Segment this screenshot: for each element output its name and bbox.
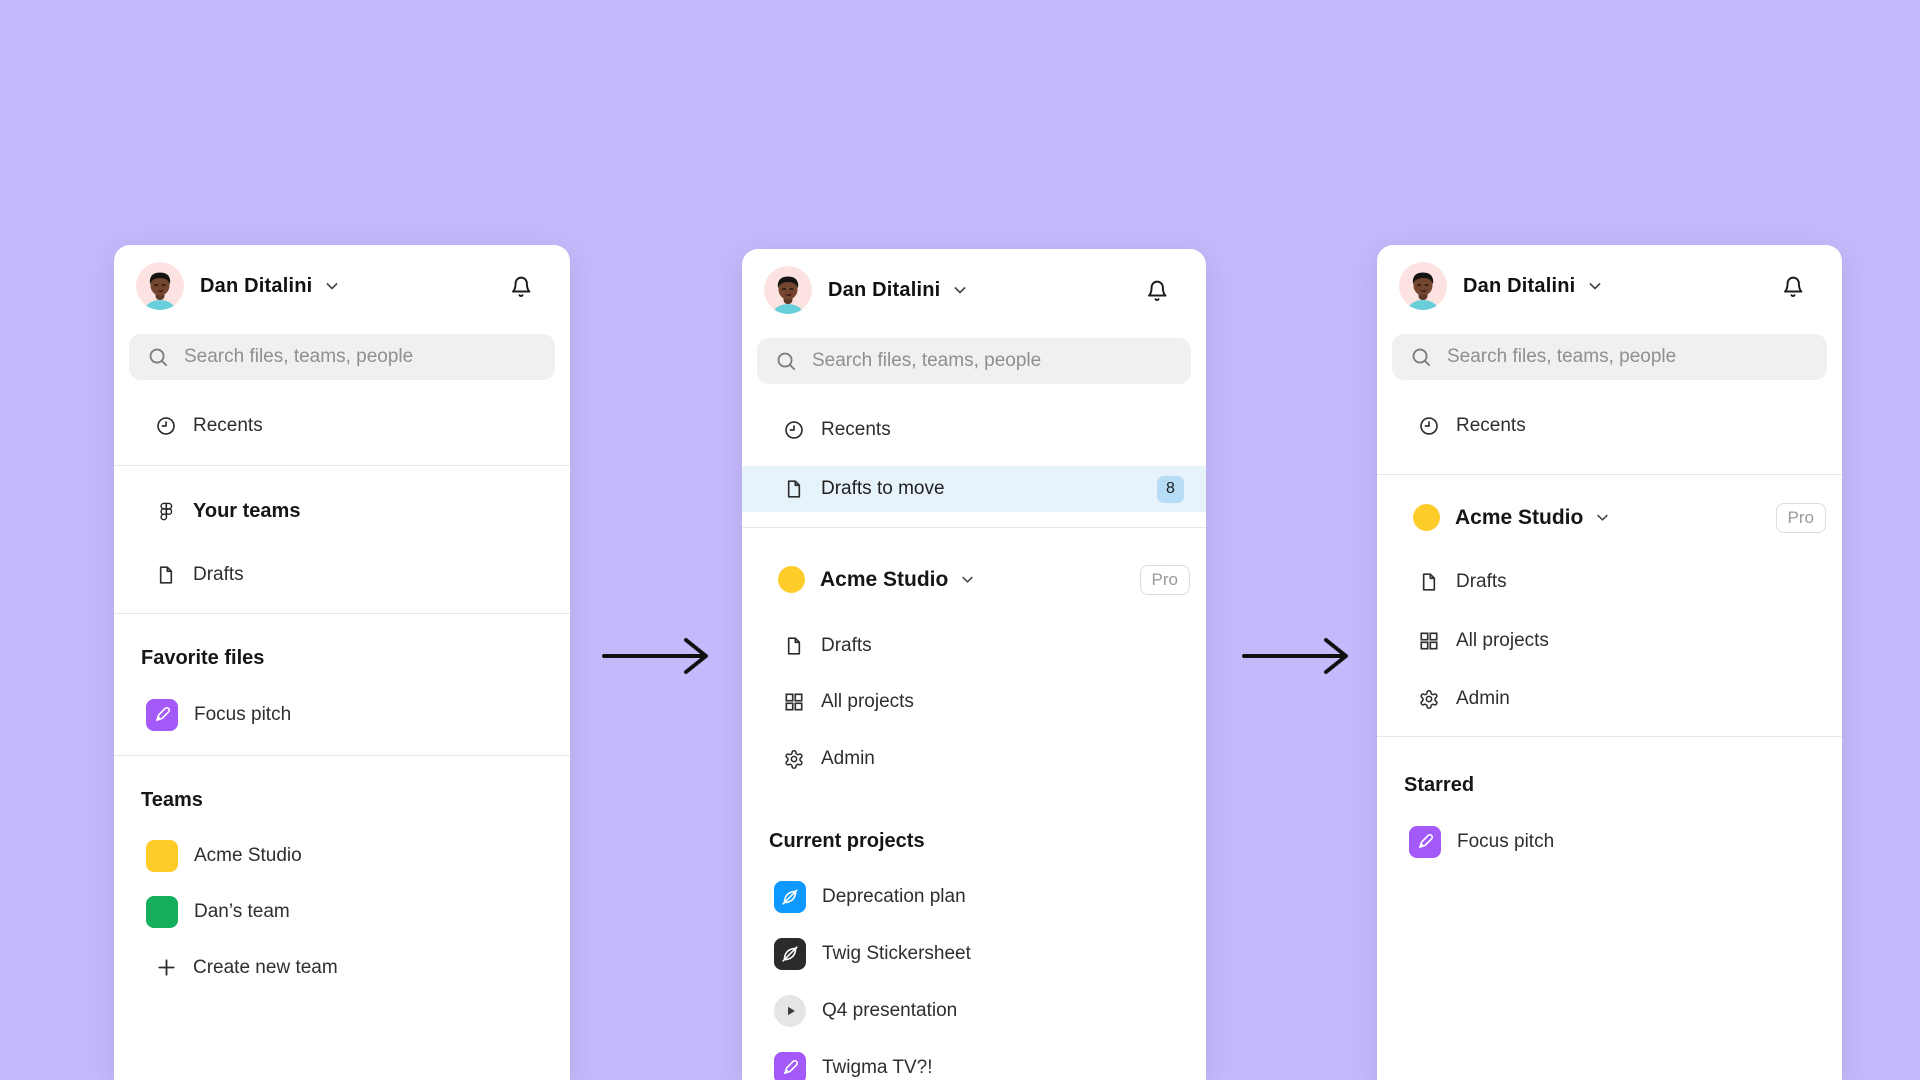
- favorite-files-header: Favorite files: [114, 631, 570, 686]
- clock-icon: [154, 414, 178, 438]
- search-input[interactable]: [812, 350, 1173, 372]
- chevron-down-icon: [1593, 508, 1612, 527]
- divider: [1377, 736, 1842, 737]
- workspace-switcher-acme-studio[interactable]: Acme Studio Pro: [1377, 490, 1842, 545]
- file-item-focus-pitch[interactable]: Focus pitch: [1377, 814, 1842, 870]
- sidebar-item-drafts[interactable]: Drafts: [742, 618, 1206, 673]
- create-new-team-button[interactable]: Create new team: [114, 940, 570, 995]
- account-menu[interactable]: Dan Ditalini: [1377, 262, 1842, 310]
- sidebar-item-admin[interactable]: Admin: [1377, 671, 1842, 726]
- pro-plan-badge: Pro: [1140, 565, 1190, 595]
- file-item-q4-presentation[interactable]: Q4 presentation: [742, 983, 1206, 1039]
- pro-plan-badge: Pro: [1776, 503, 1826, 533]
- search-icon: [775, 350, 798, 373]
- search-bar[interactable]: [129, 334, 555, 380]
- starred-header: Starred: [1377, 758, 1842, 813]
- clock-icon: [1417, 414, 1441, 438]
- chevron-down-icon: [1585, 276, 1605, 296]
- design-file-pen-icon: [146, 699, 178, 731]
- workspace-color-dot: [1413, 504, 1440, 531]
- chevron-down-icon: [950, 280, 970, 300]
- sidebar-item-recents[interactable]: Recents: [114, 398, 570, 453]
- sidebar-item-recents[interactable]: Recents: [1377, 398, 1842, 453]
- gear-icon: [1417, 687, 1441, 711]
- figma-logo-icon: [154, 500, 178, 524]
- account-menu[interactable]: Dan Ditalini: [742, 266, 1206, 314]
- team-item-acme-studio[interactable]: Acme Studio: [114, 828, 570, 884]
- notifications-bell-icon[interactable]: [508, 273, 534, 299]
- current-projects-header: Current projects: [742, 814, 1206, 869]
- gear-icon: [782, 747, 806, 771]
- clock-icon: [782, 418, 806, 442]
- flow-arrow: [600, 634, 715, 678]
- plus-icon: [154, 956, 178, 980]
- sidebar-item-drafts-to-move-selected[interactable]: Drafts to move 8: [742, 466, 1206, 512]
- sidebar-item-drafts[interactable]: Drafts: [1377, 554, 1842, 609]
- play-icon: [774, 995, 806, 1027]
- workspace-color-dot: [778, 566, 805, 593]
- file-item-deprecation-plan[interactable]: Deprecation plan: [742, 869, 1206, 925]
- divider: [114, 613, 570, 614]
- flow-arrow: [1240, 634, 1355, 678]
- design-file-pen-icon: [1409, 826, 1441, 858]
- file-icon: [782, 634, 806, 658]
- user-name: Dan Ditalini: [1463, 275, 1575, 298]
- workspace-switcher-acme-studio[interactable]: Acme Studio Pro: [742, 552, 1206, 607]
- divider: [114, 755, 570, 756]
- file-icon: [782, 477, 806, 501]
- sidebar-state-2: Dan Ditalini Recents Drafts to move 8 Ac…: [742, 249, 1206, 1080]
- chevron-down-icon: [322, 276, 342, 296]
- file-icon: [154, 563, 178, 587]
- sidebar-item-all-projects[interactable]: All projects: [742, 674, 1206, 729]
- divider: [742, 527, 1206, 528]
- notifications-bell-icon[interactable]: [1144, 277, 1170, 303]
- search-bar[interactable]: [757, 338, 1191, 384]
- notifications-bell-icon[interactable]: [1780, 273, 1806, 299]
- grid-icon: [1417, 629, 1441, 653]
- sidebar-item-recents[interactable]: Recents: [742, 402, 1206, 457]
- teams-header: Teams: [114, 773, 570, 828]
- search-bar[interactable]: [1392, 334, 1827, 380]
- team-color-swatch: [146, 840, 178, 872]
- figjam-leaf-icon: [774, 881, 806, 913]
- file-item-focus-pitch[interactable]: Focus pitch: [114, 687, 570, 743]
- sidebar-item-drafts[interactable]: Drafts: [114, 547, 570, 602]
- avatar: [1399, 262, 1447, 310]
- account-menu[interactable]: Dan Ditalini: [114, 262, 570, 310]
- search-icon: [147, 346, 170, 369]
- file-item-twig-stickersheet[interactable]: Twig Stickersheet: [742, 926, 1206, 982]
- avatar: [136, 262, 184, 310]
- count-badge: 8: [1157, 476, 1184, 503]
- sidebar-item-admin[interactable]: Admin: [742, 731, 1206, 786]
- figjam-leaf-icon: [774, 938, 806, 970]
- divider: [114, 465, 570, 466]
- avatar: [764, 266, 812, 314]
- team-color-swatch: [146, 896, 178, 928]
- design-file-pen-icon: [774, 1052, 806, 1080]
- sidebar-state-1: Dan Ditalini Recents Your teams Drafts F…: [114, 245, 570, 1080]
- canvas: Dan Ditalini Recents Your teams Drafts F…: [0, 0, 1920, 1080]
- team-item-dans-team[interactable]: Dan’s team: [114, 884, 570, 940]
- file-icon: [1417, 570, 1441, 594]
- user-name: Dan Ditalini: [200, 275, 312, 298]
- sidebar-item-your-teams[interactable]: Your teams: [114, 484, 570, 539]
- sidebar-item-all-projects[interactable]: All projects: [1377, 613, 1842, 668]
- search-input[interactable]: [1447, 346, 1809, 368]
- sidebar-state-3: Dan Ditalini Recents Acme Studio Pro Dra…: [1377, 245, 1842, 1080]
- chevron-down-icon: [958, 570, 977, 589]
- divider: [1377, 474, 1842, 475]
- user-name: Dan Ditalini: [828, 279, 940, 302]
- search-icon: [1410, 346, 1433, 369]
- search-input[interactable]: [184, 346, 537, 368]
- grid-icon: [782, 690, 806, 714]
- file-item-twigma-tv[interactable]: Twigma TV?!: [742, 1040, 1206, 1080]
